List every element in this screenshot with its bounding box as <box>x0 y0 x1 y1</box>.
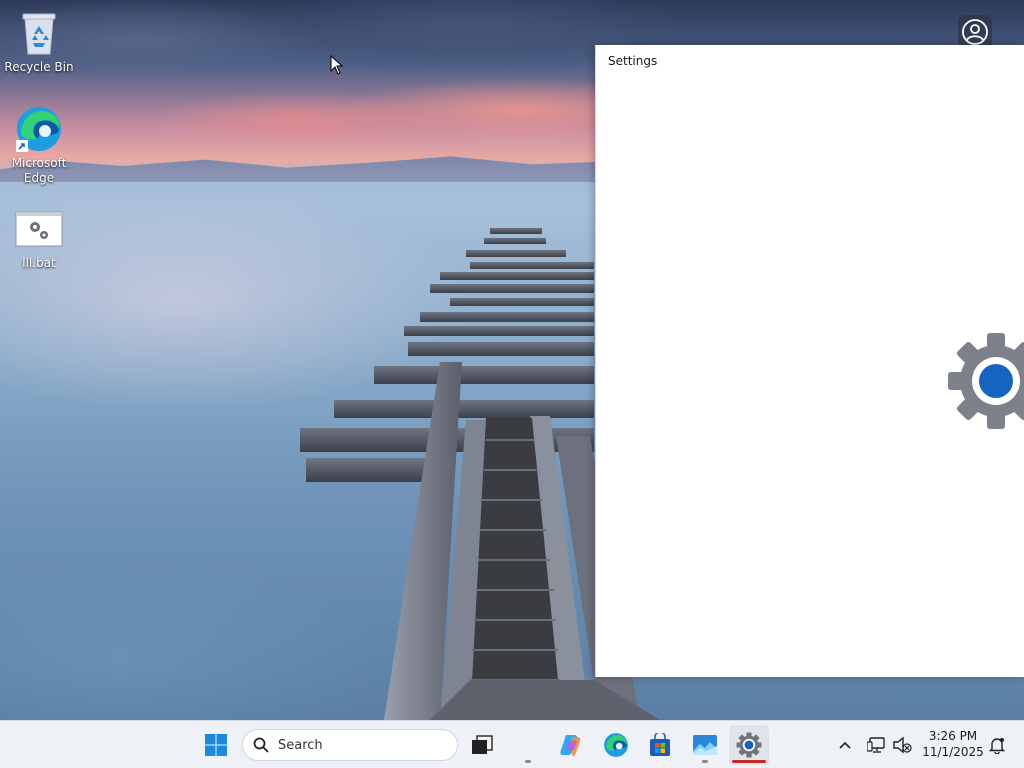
edge-icon <box>14 104 64 154</box>
taskbar-photos[interactable] <box>685 725 725 765</box>
gear-icon <box>736 732 762 758</box>
settings-window[interactable]: Settings <box>595 45 1024 677</box>
tray-clock[interactable]: 3:26 PM 11/1/2025 <box>920 728 986 760</box>
taskbar: Search 3:26 PM 11/1/2025 <box>0 720 1024 768</box>
network-icon <box>867 737 885 753</box>
search-placeholder: Search <box>278 737 323 753</box>
active-indicator <box>732 760 766 763</box>
desktop-icon-recycle-bin[interactable]: Recycle Bin <box>1 8 77 75</box>
start-button[interactable] <box>196 725 236 765</box>
taskbar-microsoft-edge[interactable] <box>596 725 636 765</box>
edge-icon <box>604 733 628 757</box>
desktop-icon-batch-file[interactable]: lll.bat <box>1 204 77 271</box>
clock-time: 3:26 PM <box>928 729 978 743</box>
taskbar-task-view[interactable] <box>462 725 531 765</box>
desktop-icon-microsoft-edge[interactable]: Microsoft Edge <box>1 104 77 186</box>
desktop-icon-label: Microsoft Edge <box>11 156 67 185</box>
volume-muted-icon <box>893 736 912 754</box>
mouse-cursor-icon <box>330 55 344 75</box>
copilot-icon <box>560 735 581 756</box>
tray-notifications-button[interactable] <box>985 733 1009 757</box>
desktop-icon-label: Recycle Bin <box>4 60 74 74</box>
taskbar-copilot[interactable] <box>552 725 592 765</box>
task-view-icon <box>472 735 493 754</box>
bell-icon <box>988 738 1006 754</box>
window-title: Settings <box>608 54 658 68</box>
running-indicator <box>525 760 531 763</box>
taskbar-microsoft-store[interactable] <box>640 725 680 765</box>
tray-network-button[interactable] <box>865 733 889 757</box>
running-indicator <box>702 760 708 763</box>
clock-date: 11/1/2025 <box>922 745 984 759</box>
tray-overflow-button[interactable] <box>833 733 857 757</box>
taskbar-search-box[interactable]: Search <box>242 729 458 761</box>
windows-start-icon <box>205 734 227 756</box>
photos-icon <box>693 735 717 755</box>
search-icon <box>253 737 269 753</box>
desktop-icon-label: lll.bat <box>22 256 56 270</box>
store-icon <box>650 733 670 756</box>
tray-volume-button[interactable] <box>890 733 914 757</box>
user-circle-icon <box>958 15 992 49</box>
recycle-bin-icon <box>14 8 64 58</box>
chevron-up-icon <box>839 741 851 749</box>
gear-icon <box>948 333 1024 429</box>
shortcut-arrow-icon <box>16 140 28 152</box>
taskbar-settings[interactable] <box>729 725 769 765</box>
batch-file-icon <box>14 204 64 254</box>
